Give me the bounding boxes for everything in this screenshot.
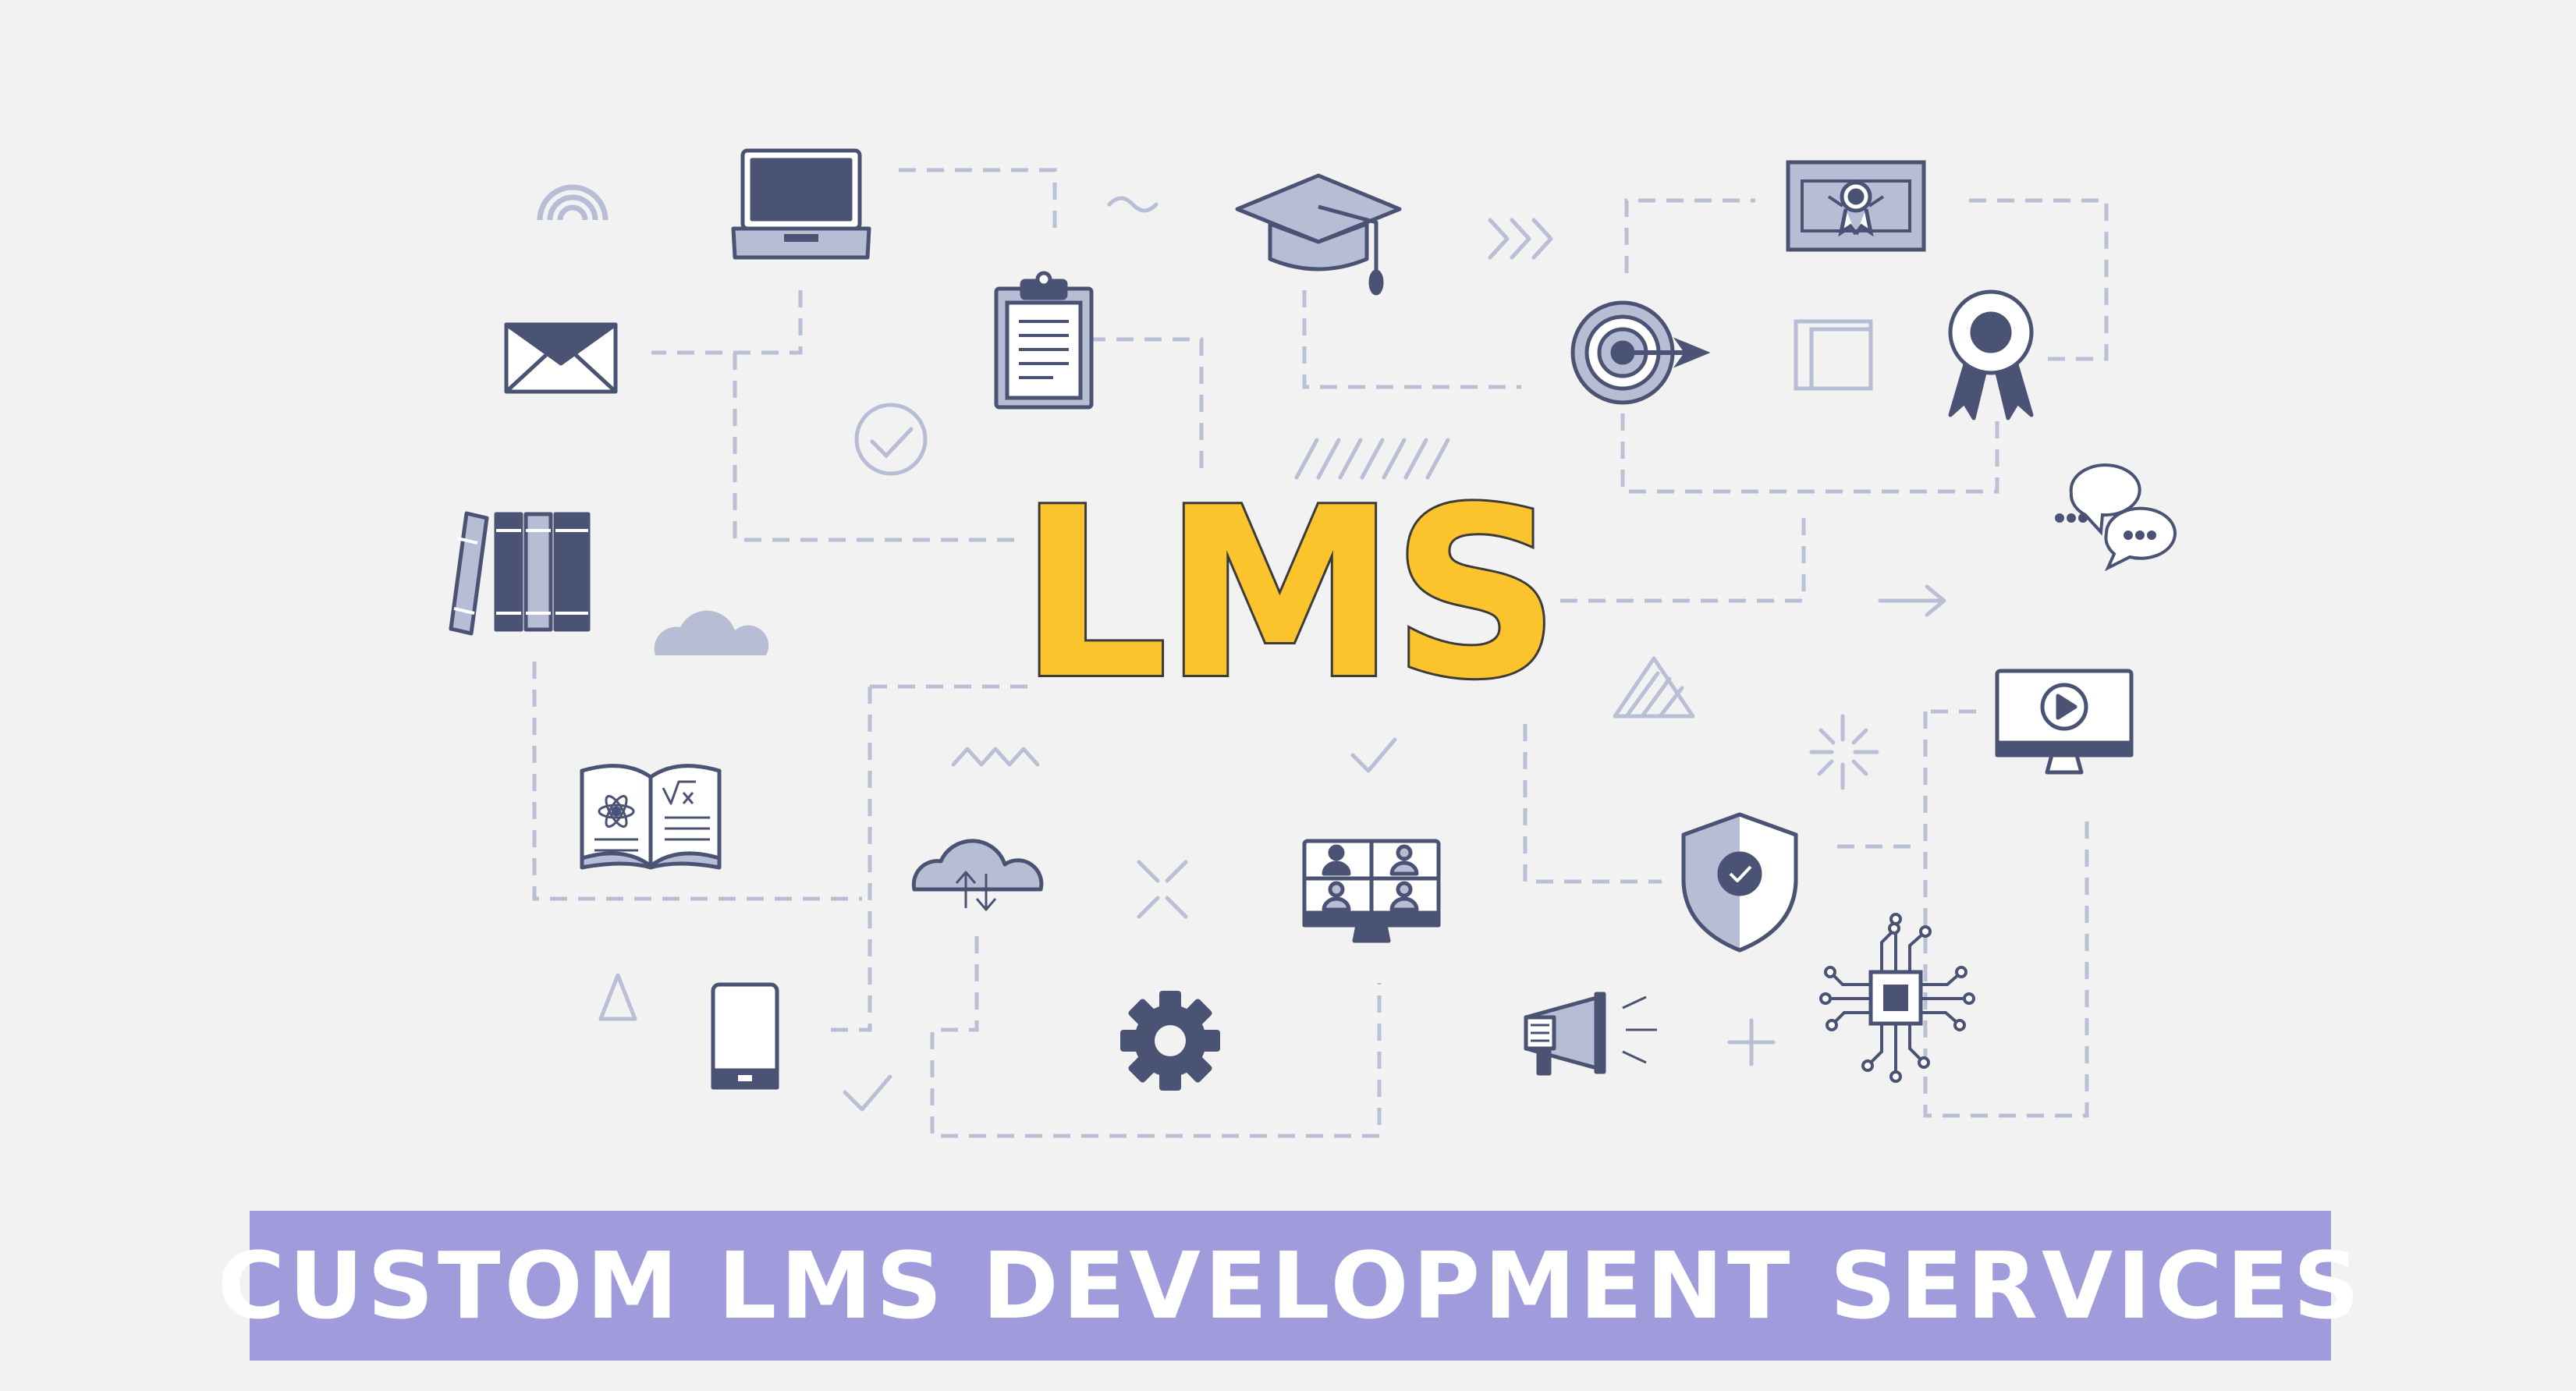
illustration-canvas: LMS xyxy=(449,148,2177,1138)
laptop-icon xyxy=(731,148,871,260)
sparkle-decoration xyxy=(1809,714,1879,790)
title-banner: CUSTOM LMS DEVELOPMENT SERVICES xyxy=(218,1211,2359,1361)
clipboard-icon xyxy=(994,271,1094,410)
lms-banner-illustration: LMS CUSTOM LMS DEVELOPMENT SERVICES xyxy=(0,0,2576,1391)
open-book-icon xyxy=(580,764,722,870)
megaphone-icon xyxy=(1524,992,1657,1076)
video-conference-icon xyxy=(1302,839,1441,943)
cpu-chip-icon xyxy=(1819,913,1975,1083)
gear-icon xyxy=(1120,991,1220,1091)
security-shield-icon xyxy=(1681,812,1798,953)
cloud-icon xyxy=(654,610,769,655)
graduation-cap-icon xyxy=(1235,173,1402,296)
certificate-icon xyxy=(1786,160,1926,252)
award-ribbon-icon xyxy=(1948,289,2034,420)
cloud-sync-icon xyxy=(911,839,1044,911)
smartphone-icon xyxy=(711,982,779,1090)
envelope-icon xyxy=(504,322,618,394)
wifi-signal-icon xyxy=(537,184,609,221)
chat-bubbles-icon xyxy=(2055,463,2177,572)
lms-headline: LMS xyxy=(1019,458,1556,730)
title-banner-text: CUSTOM LMS DEVELOPMENT SERVICES xyxy=(217,1232,2364,1340)
target-icon xyxy=(1570,300,1711,405)
books-icon xyxy=(449,511,591,636)
video-monitor-icon xyxy=(1995,669,2134,775)
overlapping-squares-decoration xyxy=(1794,319,1873,391)
checkmark-circle-icon xyxy=(854,403,928,476)
